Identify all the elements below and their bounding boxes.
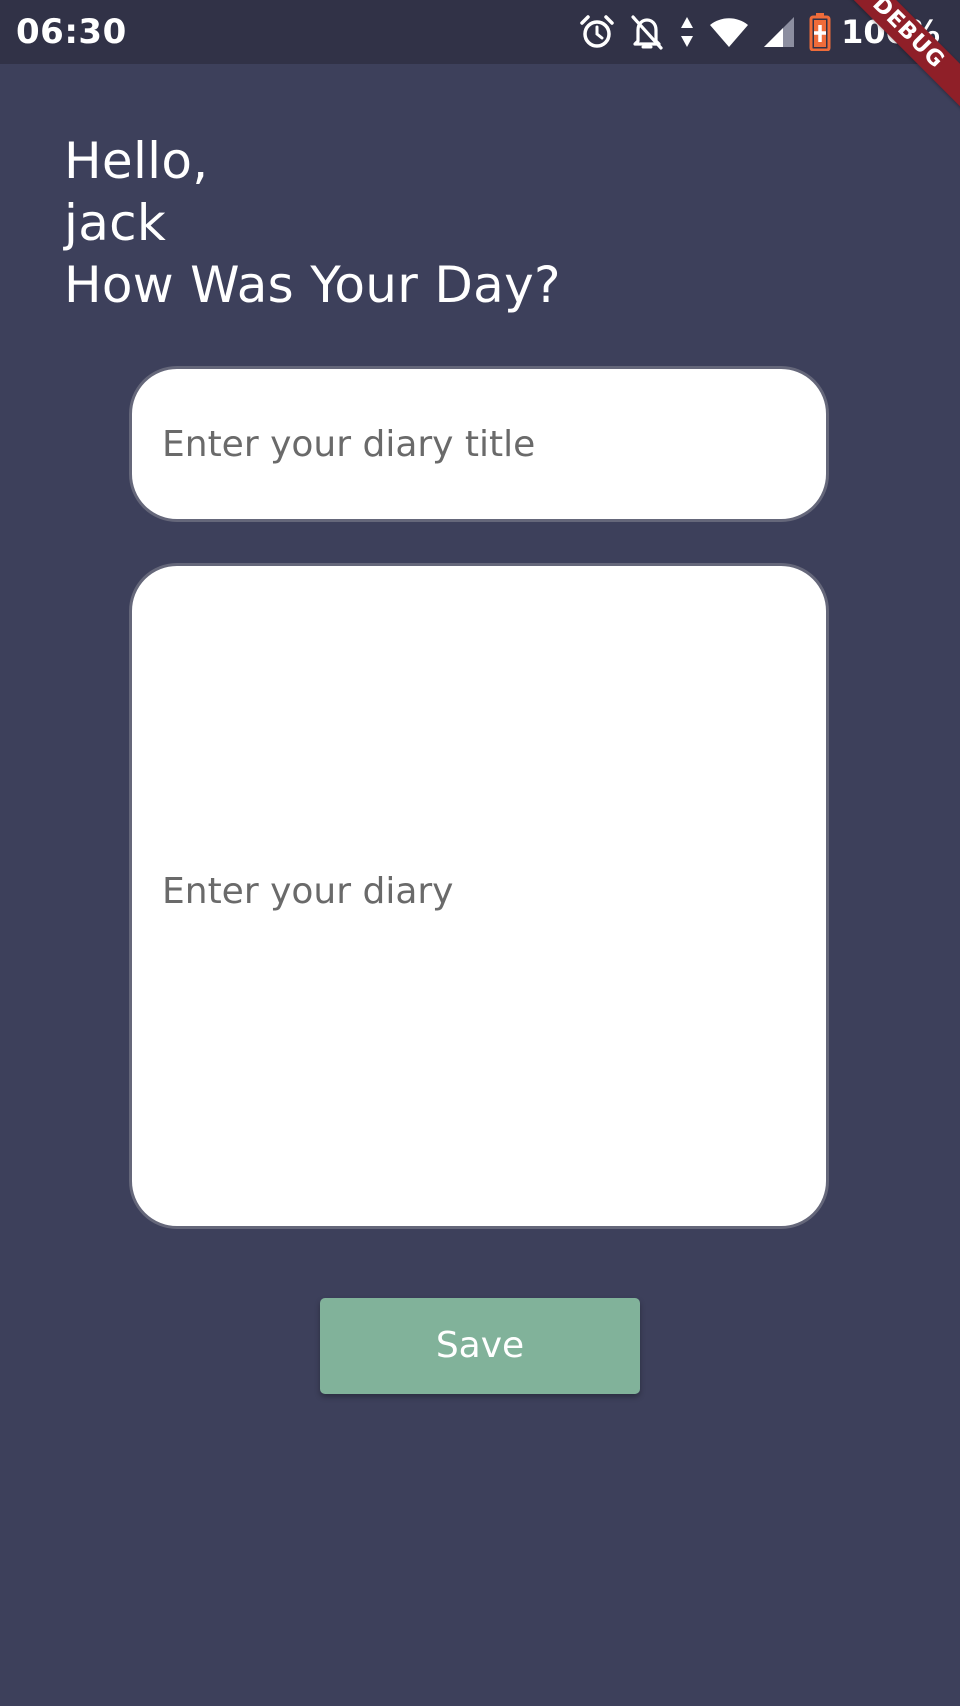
battery-charging-icon bbox=[809, 13, 831, 51]
diary-body-input[interactable] bbox=[132, 566, 826, 1226]
greeting-username: jack bbox=[64, 194, 167, 252]
save-button[interactable]: Save bbox=[320, 1298, 640, 1394]
greeting-question: How Was Your Day? bbox=[64, 256, 561, 314]
notifications-off-icon bbox=[629, 13, 665, 51]
wifi-icon bbox=[709, 16, 749, 48]
status-time: 06:30 bbox=[16, 12, 127, 52]
alarm-icon bbox=[579, 14, 615, 50]
diary-title-field bbox=[129, 366, 829, 522]
signal-icon bbox=[763, 16, 795, 48]
diary-body-field bbox=[129, 563, 829, 1229]
greeting: Hello, jack How Was Your Day? bbox=[64, 130, 561, 316]
diary-title-input[interactable] bbox=[132, 369, 826, 519]
data-arrows-icon bbox=[679, 14, 695, 50]
greeting-hello: Hello, bbox=[64, 132, 209, 190]
status-bar: 06:30 bbox=[0, 0, 960, 64]
